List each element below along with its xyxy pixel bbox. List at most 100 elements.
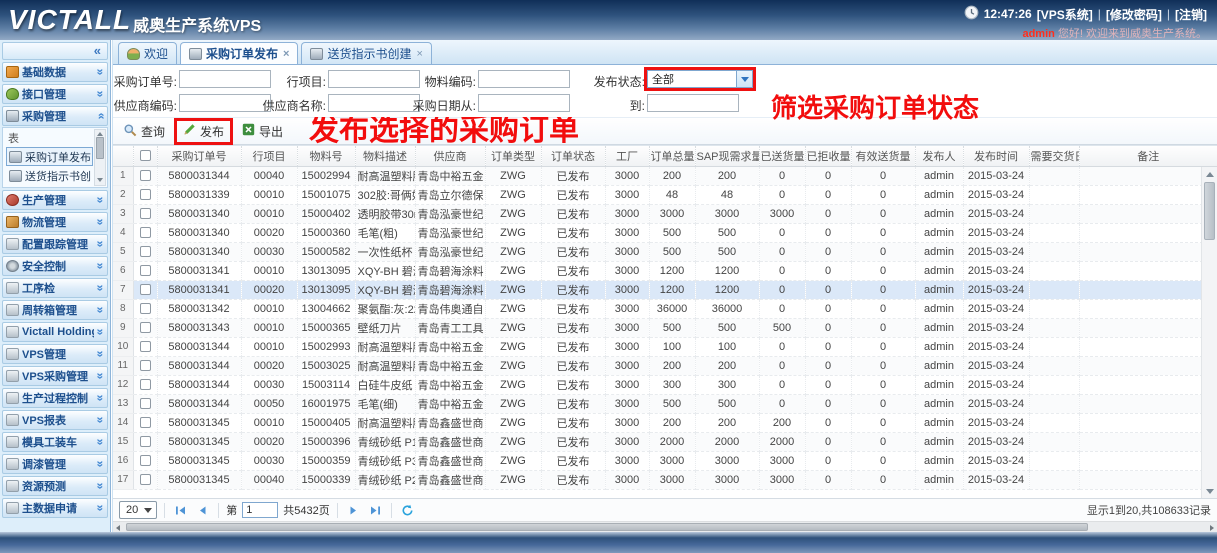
sidebar-group[interactable]: 工序检 » [2,278,108,298]
table-row[interactable]: 5 5800031340 00030 15000582 一次性纸杯 青岛泓豪世纪… [113,242,1217,261]
scrollbar-thumb[interactable] [126,523,1088,531]
refresh-button[interactable] [399,502,416,519]
supplier-name-input[interactable] [328,94,420,112]
row-checkbox[interactable] [140,284,151,295]
sidebar-submenu-item[interactable]: 采购订单发布 [6,147,93,166]
purchase-date-to-input[interactable] [647,94,739,112]
row-select-cell[interactable] [133,242,157,261]
prev-page-button[interactable] [194,502,211,519]
column-header[interactable]: 备注 [1079,146,1217,166]
scroll-up-icon[interactable] [1202,167,1217,181]
tab[interactable]: 送货指示书创建 [301,42,431,64]
table-row[interactable]: 6 5800031341 00010 13013095 XQY-BH 碧海 青岛… [113,261,1217,280]
sidebar-group[interactable]: 资源预测 » [2,476,108,496]
sidebar-group[interactable]: VPS报表 » [2,410,108,430]
scroll-down-icon[interactable] [1202,484,1217,498]
submenu-scrollbar[interactable] [94,129,106,186]
tab[interactable]: 欢迎 [118,42,177,64]
table-row[interactable]: 17 5800031345 00040 15000339 青绒砂纸 P24 青岛… [113,470,1217,489]
row-select-cell[interactable] [133,166,157,185]
scrollbar-thumb[interactable] [1204,182,1215,240]
publish-status-select[interactable]: 全部 [644,67,756,91]
page-number-input[interactable]: 1 [242,502,278,518]
row-select-cell[interactable] [133,299,157,318]
line-item-input[interactable] [328,70,420,88]
scrollbar-thumb[interactable] [96,137,104,159]
table-row[interactable]: 16 5800031345 00030 15000359 青绒砂纸 P32 青岛… [113,451,1217,470]
sidebar-group[interactable]: VPS管理 » [2,344,108,364]
link-change-password[interactable]: [修改密码] [1106,6,1162,23]
table-row[interactable]: 8 5800031342 00010 13004662 聚氨酯:灰:22 青岛伟… [113,299,1217,318]
column-header[interactable]: 物料号 [297,146,355,166]
column-header[interactable]: 采购订单号 [157,146,241,166]
row-select-cell[interactable] [133,375,157,394]
scroll-right-icon[interactable] [1210,525,1214,531]
scroll-up-icon[interactable] [97,132,103,136]
purchase-date-from-input[interactable] [478,94,570,112]
column-header[interactable]: SAP现需求量 [695,146,759,166]
column-header[interactable]: 供应商 [415,146,485,166]
table-row[interactable]: 12 5800031344 00030 15003114 白硅牛皮纸 青岛中裕五… [113,375,1217,394]
sidebar-group[interactable]: Victall Holding » [2,322,108,342]
header-select-all[interactable] [133,146,157,166]
table-row[interactable]: 15 5800031345 00020 15000396 青绒砂纸 P18 青岛… [113,432,1217,451]
table-row[interactable]: 11 5800031344 00020 15003025 耐高温塑料胶 青岛中裕… [113,356,1217,375]
link-logout[interactable]: [注销] [1175,6,1207,23]
search-button[interactable]: 查询 [117,121,171,142]
row-select-cell[interactable] [133,261,157,280]
sidebar-group[interactable]: 周转箱管理 » [2,300,108,320]
next-page-button[interactable] [345,502,362,519]
table-row[interactable]: 14 5800031345 00010 15000405 耐高温塑料胶 青岛鑫盛… [113,413,1217,432]
column-header[interactable]: 行项目 [241,146,297,166]
column-header[interactable]: 物料描述 [355,146,415,166]
export-button[interactable]: 导出 [236,121,289,142]
sidebar-group[interactable]: 安全控制 » [2,256,108,276]
column-header[interactable]: 有效送货量 [851,146,915,166]
sidebar-group[interactable]: 生产过程控制 » [2,388,108,408]
sidebar-group[interactable]: 生产管理 » [2,190,108,210]
row-checkbox[interactable] [140,170,151,181]
sidebar-submenu-item[interactable]: 送货指示书创 [6,166,93,185]
horizontal-scrollbar[interactable] [113,521,1217,532]
row-checkbox[interactable] [140,436,151,447]
select-all-checkbox[interactable] [140,150,151,161]
sidebar-collapse-button[interactable]: « [2,42,108,60]
table-row[interactable]: 3 5800031340 00010 15000402 透明胶带30m 青岛泓豪… [113,204,1217,223]
row-checkbox[interactable] [140,360,151,371]
row-checkbox[interactable] [140,322,151,333]
column-header[interactable]: 订单类型 [485,146,541,166]
row-select-cell[interactable] [133,470,157,489]
row-checkbox[interactable] [140,398,151,409]
scroll-left-icon[interactable] [116,525,120,531]
row-checkbox[interactable] [140,379,151,390]
last-page-button[interactable] [367,502,384,519]
table-row[interactable]: 7 5800031341 00020 13013095 XQY-BH 碧海 青岛… [113,280,1217,299]
row-checkbox[interactable] [140,246,151,257]
column-header[interactable]: 发布人 [915,146,963,166]
row-select-cell[interactable] [133,185,157,204]
close-icon[interactable] [416,48,422,60]
table-row[interactable]: 13 5800031344 00050 16001975 毛笔(细) 青岛中裕五… [113,394,1217,413]
column-header[interactable]: 已拒收量 [805,146,851,166]
row-select-cell[interactable] [133,394,157,413]
supplier-code-input[interactable] [179,94,271,112]
tab[interactable]: 采购订单发布 [180,42,298,64]
page-size-select[interactable]: 20 [119,501,157,519]
table-row[interactable]: 2 5800031339 00010 15001075 302胶:哥俩好 青岛立… [113,185,1217,204]
row-select-cell[interactable] [133,204,157,223]
material-code-input[interactable] [478,70,570,88]
column-header[interactable]: 订单状态 [541,146,605,166]
link-vps-system[interactable]: [VPS系统] [1037,6,1093,23]
row-checkbox[interactable] [140,208,151,219]
sidebar-group[interactable]: 配置跟踪管理 » [2,234,108,254]
po-number-input[interactable] [179,70,271,88]
column-header[interactable]: 发布时间 [963,146,1029,166]
chevron-down-icon[interactable] [737,70,753,88]
column-header[interactable]: 已送货量 [759,146,805,166]
row-select-cell[interactable] [133,413,157,432]
row-checkbox[interactable] [140,455,151,466]
column-header[interactable]: 订单总量 [649,146,695,166]
first-page-button[interactable] [172,502,189,519]
table-row[interactable]: 1 5800031344 00040 15002994 耐高温塑料胶 青岛中裕五… [113,166,1217,185]
row-select-cell[interactable] [133,356,157,375]
